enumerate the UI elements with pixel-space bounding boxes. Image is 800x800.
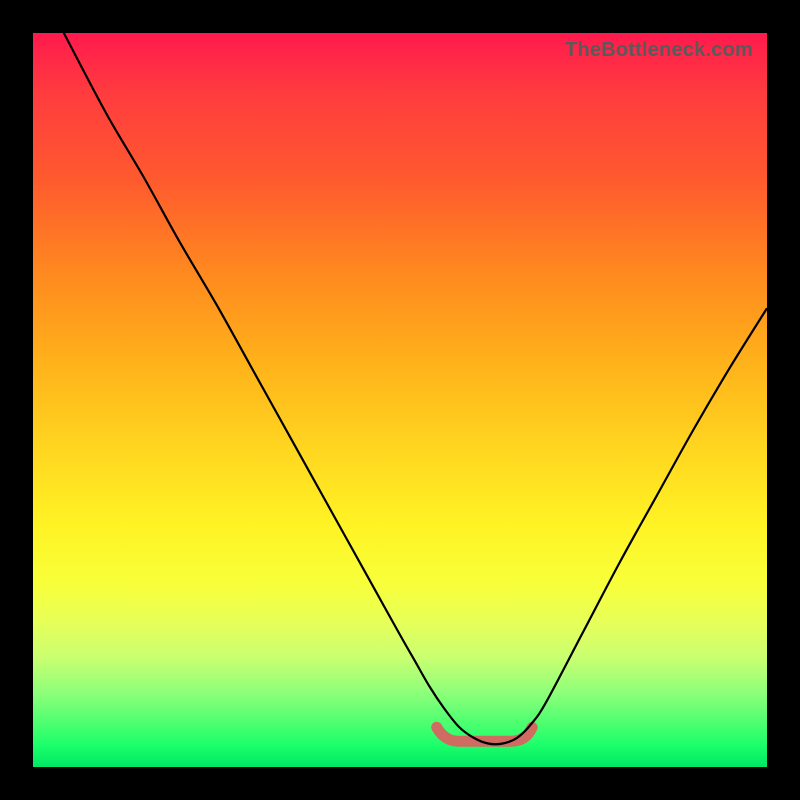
bottleneck-curve-path xyxy=(64,33,767,744)
chart-frame: TheBottleneck.com xyxy=(0,0,800,800)
curve-layer xyxy=(33,33,767,767)
floor-highlight xyxy=(437,727,532,741)
plot-area: TheBottleneck.com xyxy=(33,33,767,767)
